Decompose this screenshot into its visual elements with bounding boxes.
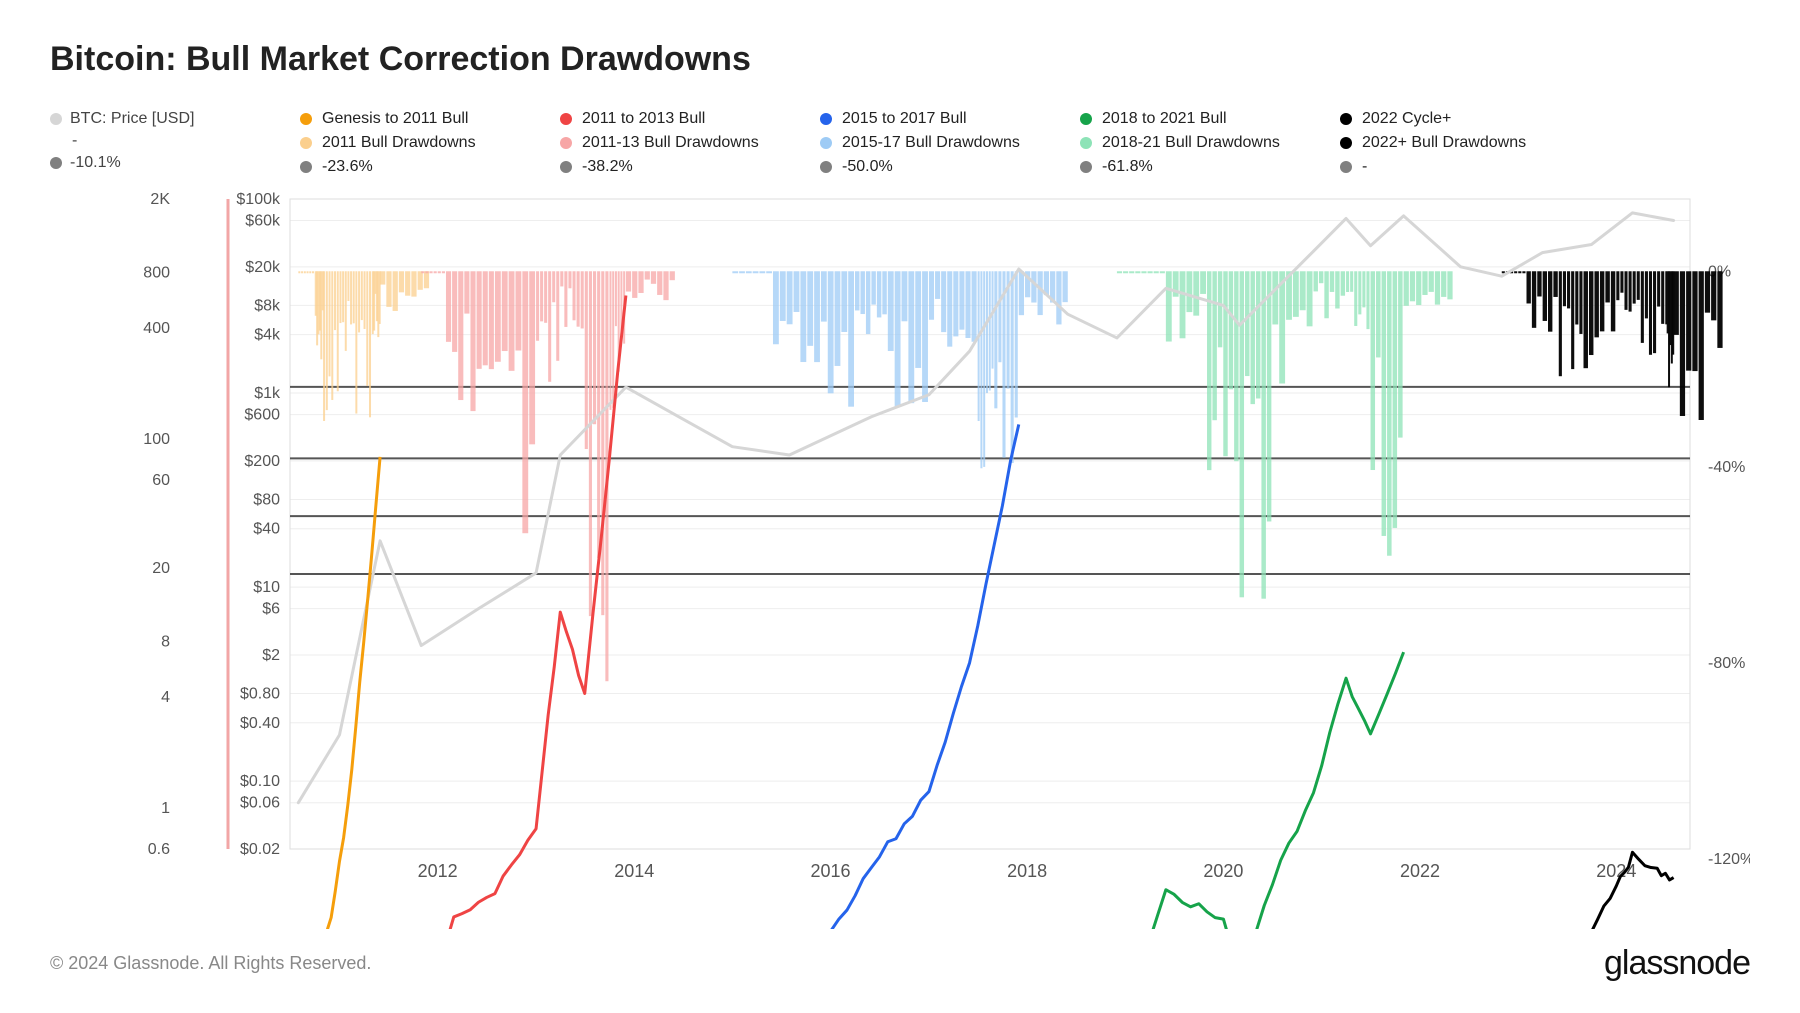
footer: © 2024 Glassnode. All Rights Reserved. g… bbox=[50, 944, 1750, 983]
svg-text:$80: $80 bbox=[253, 491, 280, 508]
brand-logo: glassnode bbox=[1604, 944, 1750, 983]
svg-text:$600: $600 bbox=[244, 407, 280, 424]
svg-text:$40: $40 bbox=[253, 521, 280, 538]
svg-text:2022: 2022 bbox=[1400, 861, 1440, 881]
svg-text:$100k: $100k bbox=[236, 191, 281, 208]
svg-text:8: 8 bbox=[161, 633, 170, 650]
svg-text:400: 400 bbox=[143, 320, 170, 337]
svg-text:0.6: 0.6 bbox=[148, 841, 170, 858]
svg-text:2012: 2012 bbox=[418, 861, 458, 881]
chart-title: Bitcoin: Bull Market Correction Drawdown… bbox=[50, 40, 1750, 79]
svg-text:2018: 2018 bbox=[1007, 861, 1047, 881]
svg-text:800: 800 bbox=[143, 264, 170, 281]
svg-text:-40%: -40% bbox=[1708, 459, 1745, 476]
svg-text:$2: $2 bbox=[262, 647, 280, 664]
svg-text:2K: 2K bbox=[150, 191, 170, 208]
svg-text:$200: $200 bbox=[244, 453, 280, 470]
svg-text:1: 1 bbox=[161, 800, 170, 817]
svg-text:$0.06: $0.06 bbox=[240, 795, 280, 812]
chart-svg: 0%-40%-80%-120%$0.02$0.06$0.10$0.40$0.80… bbox=[50, 109, 1750, 929]
svg-text:$4k: $4k bbox=[254, 327, 281, 344]
svg-text:4: 4 bbox=[161, 689, 170, 706]
svg-text:$0.40: $0.40 bbox=[240, 715, 280, 732]
copyright: © 2024 Glassnode. All Rights Reserved. bbox=[50, 953, 371, 974]
svg-text:60: 60 bbox=[152, 472, 170, 489]
svg-text:$10: $10 bbox=[253, 579, 280, 596]
svg-text:$8k: $8k bbox=[254, 297, 281, 314]
svg-text:$20k: $20k bbox=[245, 259, 281, 276]
svg-text:$6: $6 bbox=[262, 601, 280, 618]
svg-text:2014: 2014 bbox=[614, 861, 654, 881]
svg-text:$0.10: $0.10 bbox=[240, 773, 280, 790]
svg-text:2016: 2016 bbox=[811, 861, 851, 881]
svg-text:-80%: -80% bbox=[1708, 655, 1745, 672]
svg-text:$0.02: $0.02 bbox=[240, 841, 280, 858]
chart-area: 0%-40%-80%-120%$0.02$0.06$0.10$0.40$0.80… bbox=[50, 109, 1750, 929]
svg-text:$1k: $1k bbox=[254, 385, 281, 402]
svg-text:$0.80: $0.80 bbox=[240, 686, 280, 703]
svg-text:2020: 2020 bbox=[1203, 861, 1243, 881]
svg-text:20: 20 bbox=[152, 560, 170, 577]
page: Bitcoin: Bull Market Correction Drawdown… bbox=[0, 0, 1800, 1013]
svg-text:$60k: $60k bbox=[245, 213, 281, 230]
svg-text:-120%: -120% bbox=[1708, 851, 1750, 868]
svg-text:100: 100 bbox=[143, 431, 170, 448]
